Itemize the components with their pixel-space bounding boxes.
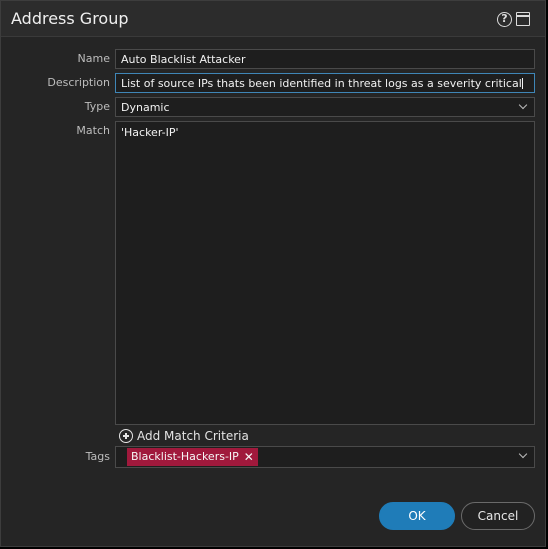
tag-chip: Blacklist-Hackers-IP ✕ — [127, 448, 258, 466]
text-caret — [521, 78, 523, 89]
add-match-criteria-button[interactable]: Add Match Criteria — [119, 428, 249, 444]
add-circle-icon[interactable] — [119, 429, 133, 443]
tags-label: Tags — [85, 450, 110, 463]
help-icon[interactable]: ? — [497, 12, 512, 27]
match-textarea[interactable]: 'Hacker-IP' — [115, 121, 535, 425]
address-group-dialog: Address Group ? Name Auto Blacklist Atta… — [0, 0, 546, 547]
tag-chip-label: Blacklist-Hackers-IP — [131, 450, 239, 463]
dialog-title: Address Group — [11, 9, 129, 28]
tags-field[interactable]: Blacklist-Hackers-IP ✕ — [115, 446, 535, 468]
dialog-titlebar: Address Group ? — [1, 1, 545, 37]
description-field[interactable]: List of source IPs thats been identified… — [115, 73, 535, 93]
match-label: Match — [76, 124, 110, 137]
add-match-criteria-label[interactable]: Add Match Criteria — [137, 429, 249, 443]
chevron-down-icon[interactable] — [518, 100, 528, 110]
window-icon[interactable] — [516, 12, 530, 26]
name-label: Name — [77, 52, 110, 65]
type-select[interactable]: Dynamic — [115, 97, 535, 117]
name-value: Auto Blacklist Attacker — [121, 53, 246, 66]
name-field[interactable]: Auto Blacklist Attacker — [115, 49, 535, 69]
match-value: 'Hacker-IP' — [121, 126, 179, 139]
cancel-button[interactable]: Cancel — [461, 502, 535, 530]
chevron-down-icon[interactable] — [518, 449, 528, 459]
description-value: List of source IPs thats been identified… — [121, 77, 522, 90]
description-label: Description — [47, 76, 110, 89]
type-label: Type — [84, 100, 110, 113]
type-value: Dynamic — [121, 101, 170, 114]
ok-button[interactable]: OK — [379, 502, 455, 530]
close-icon[interactable]: ✕ — [244, 448, 254, 466]
